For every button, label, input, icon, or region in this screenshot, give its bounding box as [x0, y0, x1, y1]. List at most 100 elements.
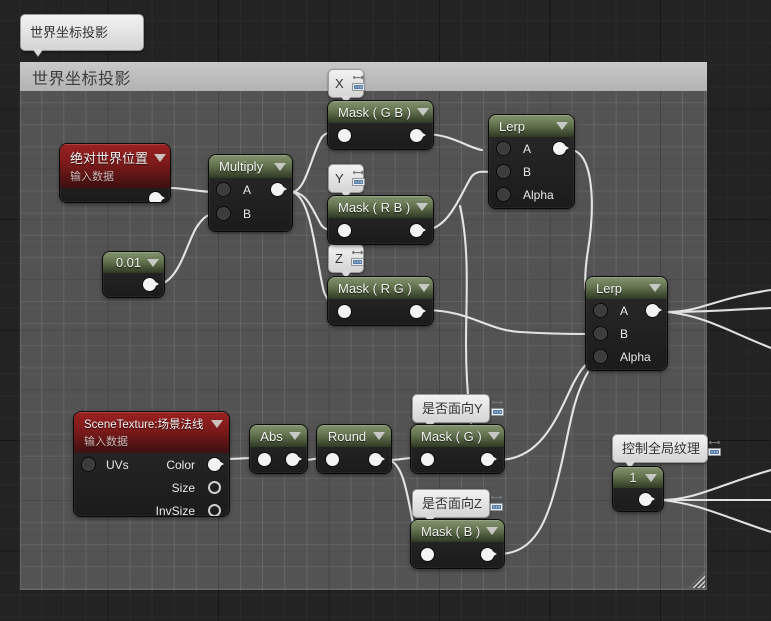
output-pin[interactable] — [149, 192, 165, 202]
chevron-down-icon[interactable] — [373, 432, 385, 440]
input-pin-uvs[interactable] — [82, 458, 95, 471]
input-pin-b[interactable] — [217, 207, 230, 220]
node-mask-rb[interactable]: Mask ( R B ) — [328, 196, 433, 244]
node-title: Lerp — [596, 280, 623, 296]
output-pin-color[interactable] — [208, 458, 224, 471]
output-pin[interactable] — [553, 142, 569, 155]
bubble-tail — [33, 49, 43, 56]
output-pin[interactable] — [410, 224, 426, 237]
bubble-global-texture[interactable]: 控制全局纹理 — [612, 434, 722, 468]
node-header[interactable]: SceneTexture:场景法线 输入数据 — [74, 412, 229, 453]
output-pin-size[interactable] — [208, 481, 221, 494]
input-pin-alpha[interactable] — [497, 188, 510, 201]
chevron-down-icon[interactable] — [649, 284, 661, 292]
output-pin[interactable] — [639, 493, 655, 506]
input-pin[interactable] — [326, 453, 339, 466]
output-pin[interactable] — [646, 304, 662, 317]
output-label-size: Size — [171, 481, 195, 495]
chevron-down-icon[interactable] — [417, 284, 430, 292]
node-subtitle: 输入数据 — [84, 436, 128, 448]
output-label-color: Color — [166, 458, 195, 472]
input-pin[interactable] — [421, 548, 434, 561]
input-pin-a[interactable] — [217, 183, 230, 196]
chevron-down-icon[interactable] — [556, 122, 568, 130]
node-mask-g[interactable]: Mask ( G ) — [411, 425, 504, 473]
node-scene-texture[interactable]: SceneTexture:场景法线 输入数据 UVs Color Size In… — [74, 412, 229, 516]
input-label-a: A — [523, 142, 532, 156]
node-constant-one[interactable]: 1 — [613, 467, 663, 511]
node-absolute-world-position[interactable]: 绝对世界位置 输入数据 — [60, 144, 170, 202]
input-pin-alpha[interactable] — [594, 350, 607, 363]
node-header[interactable]: Mask ( G B ) — [328, 101, 433, 123]
keyboard-pin-icon — [351, 170, 366, 186]
input-pin-b[interactable] — [497, 165, 510, 178]
material-graph-canvas[interactable]: 世界坐标投影 世界坐标投影 X Y Z 是否面向Y 是否面向Z 控制全局纹理 绝… — [0, 0, 771, 621]
output-pin[interactable] — [286, 453, 302, 466]
output-pin[interactable] — [481, 453, 497, 466]
node-abs[interactable]: Abs — [250, 425, 307, 473]
chevron-down-icon[interactable] — [147, 258, 160, 267]
input-pin[interactable] — [258, 453, 271, 466]
output-pin[interactable] — [410, 305, 426, 318]
node-header[interactable]: Lerp — [489, 115, 574, 137]
chevron-down-icon[interactable] — [416, 203, 429, 211]
node-header[interactable]: Lerp — [586, 277, 667, 299]
node-header[interactable]: Mask ( G ) — [411, 425, 504, 447]
bubble-facez[interactable]: 是否面向Z — [412, 489, 503, 523]
chevron-down-icon[interactable] — [487, 432, 500, 440]
bubble-x[interactable]: X — [328, 69, 365, 103]
node-header[interactable]: Round — [317, 425, 391, 447]
input-pin-a[interactable] — [497, 142, 510, 155]
node-header[interactable]: Mask ( R G ) — [328, 277, 433, 299]
chevron-down-icon[interactable] — [211, 420, 223, 428]
bubble-facey[interactable]: 是否面向Y — [412, 394, 504, 428]
node-body — [613, 488, 663, 509]
node-title: Multiply — [219, 159, 264, 174]
output-pin-invsize[interactable] — [208, 504, 221, 516]
chevron-down-icon[interactable] — [645, 473, 657, 482]
output-pin[interactable] — [410, 129, 426, 142]
output-pin[interactable] — [369, 453, 385, 466]
input-pin[interactable] — [338, 129, 351, 142]
chevron-down-icon[interactable] — [416, 108, 429, 116]
chevron-down-icon[interactable] — [154, 153, 167, 162]
chevron-down-icon[interactable] — [289, 432, 301, 440]
output-pin[interactable] — [271, 183, 287, 196]
node-title: Lerp — [499, 118, 526, 134]
node-header[interactable]: Mask ( B ) — [411, 520, 504, 542]
node-header[interactable]: 绝对世界位置 输入数据 — [60, 144, 170, 188]
input-pin-a[interactable] — [594, 304, 607, 317]
output-pin[interactable] — [143, 278, 159, 291]
node-constant-001[interactable]: 0.01 — [103, 252, 164, 297]
node-header[interactable]: Multiply — [209, 155, 292, 178]
node-lerp-top[interactable]: Lerp A B Alpha — [489, 115, 574, 208]
node-mask-b[interactable]: Mask ( B ) — [411, 520, 504, 568]
chevron-down-icon[interactable] — [486, 527, 499, 535]
node-multiply[interactable]: Multiply A B — [209, 155, 292, 231]
input-pin[interactable] — [338, 224, 351, 237]
keyboard-pin-icon — [490, 400, 505, 416]
input-pin-b[interactable] — [594, 327, 607, 340]
node-round[interactable]: Round — [317, 425, 391, 473]
node-title: 绝对世界位置 — [70, 151, 149, 166]
node-mask-rg[interactable]: Mask ( R G ) — [328, 277, 433, 325]
node-mask-gb[interactable]: Mask ( G B ) — [328, 101, 433, 149]
graph-title-bubble[interactable]: 世界坐标投影 — [20, 14, 144, 56]
node-title: Abs — [260, 428, 283, 444]
bubble-x-label: X — [335, 75, 344, 91]
node-header[interactable]: 0.01 — [103, 252, 164, 273]
bubble-y[interactable]: Y — [328, 164, 366, 198]
node-lerp-mid[interactable]: Lerp A B Alpha — [586, 277, 667, 370]
bubble-z[interactable]: Z — [328, 244, 364, 278]
node-header[interactable]: 1 — [613, 467, 663, 488]
chevron-down-icon[interactable] — [274, 162, 286, 171]
node-title: Mask ( B ) — [421, 523, 481, 539]
node-header[interactable]: Mask ( R B ) — [328, 196, 433, 218]
node-header[interactable]: Abs — [250, 425, 307, 447]
input-pin[interactable] — [421, 453, 434, 466]
output-pin[interactable] — [481, 548, 497, 561]
input-label-a: A — [620, 304, 629, 318]
bubble-facez-label: 是否面向Z — [422, 495, 482, 511]
input-label-a: A — [243, 183, 252, 197]
input-pin[interactable] — [338, 305, 351, 318]
